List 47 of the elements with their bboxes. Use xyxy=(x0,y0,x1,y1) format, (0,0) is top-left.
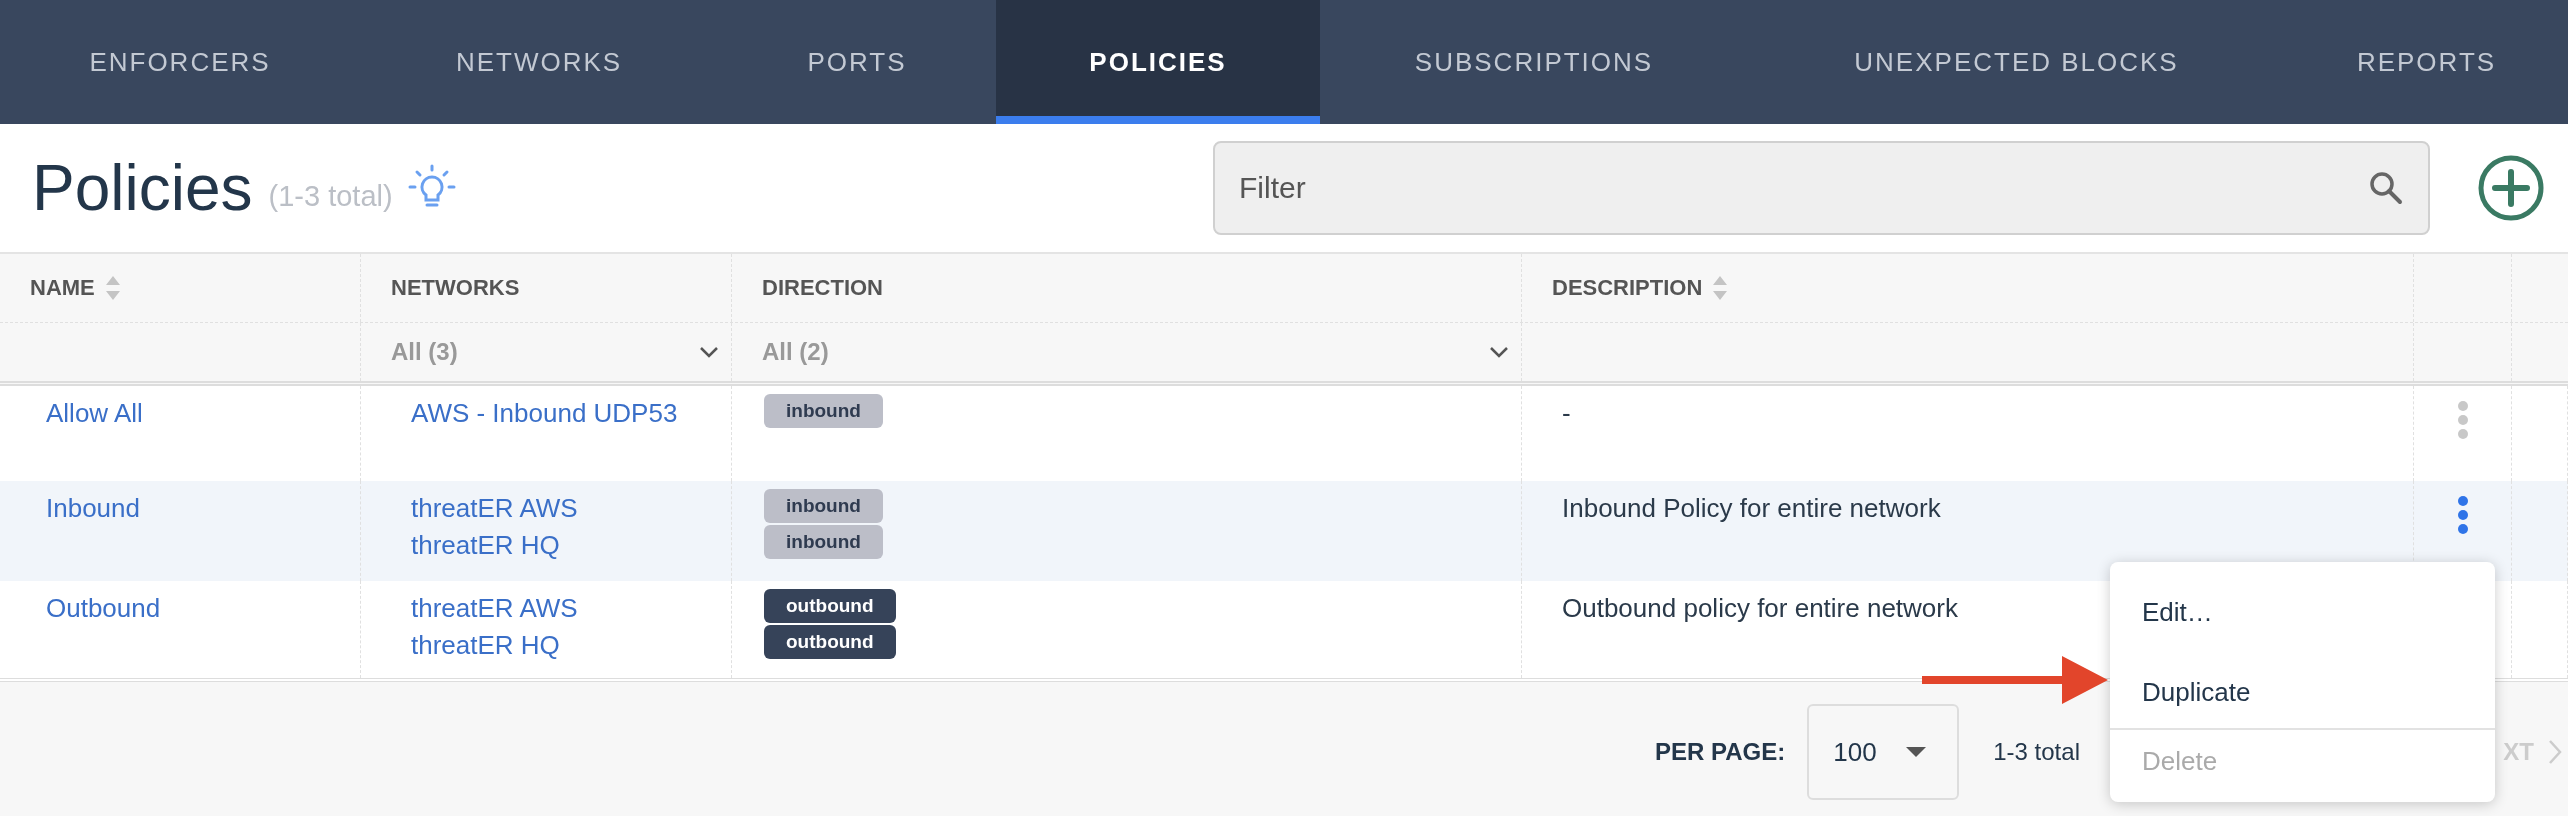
chevron-down-icon xyxy=(1489,346,1509,358)
nav-tab[interactable]: ENFORCERS xyxy=(0,0,360,124)
chevron-right-icon xyxy=(2548,739,2562,765)
policy-name-link[interactable]: Outbound xyxy=(46,593,161,624)
column-header: NETWORKS xyxy=(391,275,520,301)
total-count: (1-3 total) xyxy=(268,179,393,213)
nav-tab[interactable]: UNEXPECTED BLOCKS xyxy=(1748,0,2285,124)
column-filter-dropdown[interactable]: All (3) xyxy=(391,323,731,381)
search-icon[interactable] xyxy=(2368,170,2404,206)
sort-icon[interactable] xyxy=(104,275,121,301)
chevron-down-icon xyxy=(699,346,719,358)
more-options-icon[interactable] xyxy=(2456,495,2469,535)
network-link[interactable]: threatER HQ xyxy=(411,530,560,561)
page-total: 1-3 total xyxy=(1993,738,2080,766)
network-link[interactable]: threatER AWS xyxy=(411,593,578,624)
column-header: DESCRIPTION xyxy=(1552,275,1703,301)
network-link[interactable]: threatER HQ xyxy=(411,630,560,661)
column-filter-dropdown[interactable]: All (2) xyxy=(762,323,1521,381)
more-options-icon[interactable] xyxy=(2456,400,2469,440)
page-title: Policies xyxy=(32,151,253,225)
nav-tab[interactable]: PORTS xyxy=(718,0,996,124)
sort-icon[interactable] xyxy=(1712,275,1729,301)
direction-tag: outbound xyxy=(764,625,896,659)
direction-tag: outbound xyxy=(764,589,896,623)
nav-tab[interactable]: REPORTS xyxy=(2285,0,2568,124)
policy-name-link[interactable]: Inbound xyxy=(46,493,140,524)
per-page-select[interactable]: 100 xyxy=(1807,704,1960,800)
column-header: DIRECTION xyxy=(762,275,883,301)
filter-field[interactable]: Filter xyxy=(1213,141,2430,235)
description-text: Inbound Policy for entire network xyxy=(1562,493,1941,524)
description-text: Outbound policy for entire network xyxy=(1562,593,1958,624)
direction-tag: inbound xyxy=(764,394,883,428)
network-link[interactable]: threatER AWS xyxy=(411,493,578,524)
menu-item[interactable]: Edit… xyxy=(2110,572,2495,652)
direction-tag: inbound xyxy=(764,489,883,523)
nav-tab[interactable]: SUBSCRIPTIONS xyxy=(1320,0,1748,124)
menu-item[interactable]: Duplicate xyxy=(2110,652,2495,732)
direction-tag: inbound xyxy=(764,525,883,559)
per-page-label: PER PAGE: xyxy=(1655,738,1786,766)
nav-tab[interactable]: NETWORKS xyxy=(360,0,718,124)
add-icon[interactable] xyxy=(2478,155,2544,221)
description-text: - xyxy=(1562,398,1571,429)
caret-icon xyxy=(1905,746,1928,758)
network-link[interactable]: AWS - Inbound UDP53 xyxy=(411,398,678,429)
nav-tab[interactable]: POLICIES xyxy=(996,0,1320,124)
column-header: NAME xyxy=(30,275,95,301)
policy-name-link[interactable]: Allow All xyxy=(46,398,143,429)
